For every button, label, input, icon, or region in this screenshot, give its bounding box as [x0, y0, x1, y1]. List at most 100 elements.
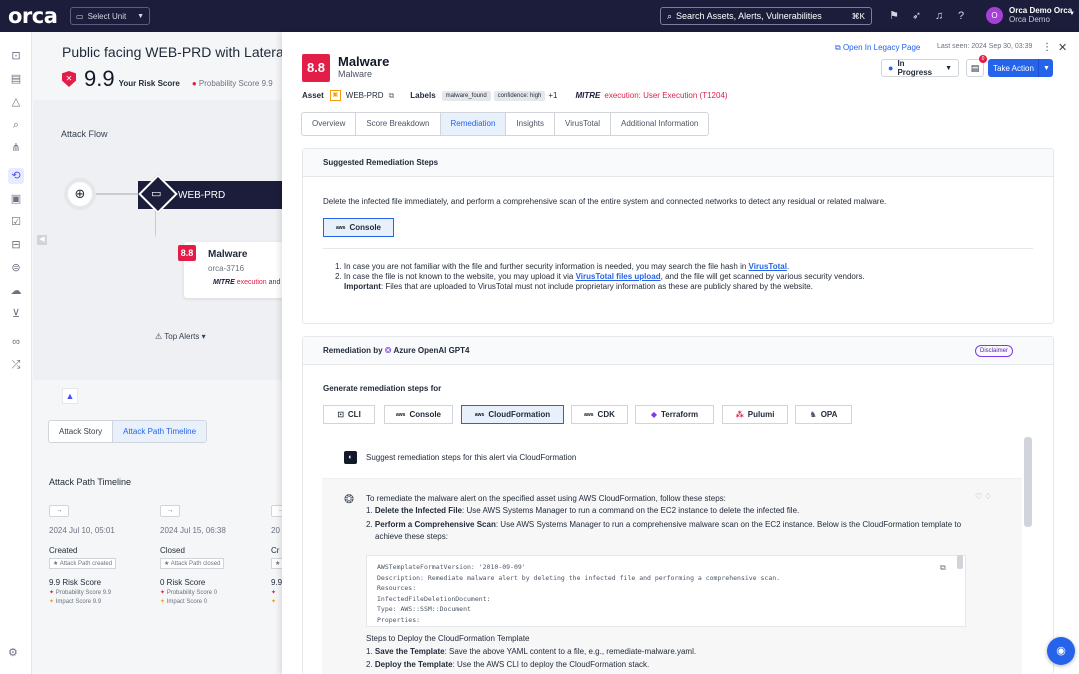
deploy-step-2: 2. Deploy the Template: Use the AWS CLI … [366, 660, 650, 669]
status-label: In Progress [897, 59, 933, 77]
orca-logo[interactable]: orca [8, 4, 60, 28]
gen-cli-button[interactable]: ⊡ CLI [323, 405, 375, 424]
asset-link[interactable]: WEB-PRD [346, 91, 384, 100]
status-dot-icon: ● [888, 63, 894, 73]
chat-scrollbar[interactable] [1024, 437, 1032, 527]
ai-card-header: Remediation by ❂ Azure OpenAI GPT4 Discl… [303, 337, 1053, 365]
virustotal-link[interactable]: VirusTotal [749, 262, 787, 271]
answer-text: To remediate the malware alert on the sp… [366, 493, 986, 543]
labels-more[interactable]: +1 [548, 91, 557, 100]
user-menu[interactable]: Orca Demo Orca Orca Demo [1009, 6, 1072, 24]
internet-node[interactable]: ⊕ [64, 178, 96, 210]
gen-pulumi-button[interactable]: ⁂ Pulumi [722, 405, 788, 424]
malware-node-id: orca-3716 [208, 264, 245, 273]
chevron-down-icon[interactable]: ▼ [1043, 65, 1050, 72]
copy-icon[interactable]: ⧉ [940, 563, 946, 573]
rocket-icon[interactable]: ➶ [912, 9, 921, 23]
risk-score-label: Your Risk Score [118, 79, 180, 88]
tab-additional-information[interactable]: Additional Information [611, 113, 708, 135]
malware-node-title: Malware [208, 249, 248, 260]
graph-icon[interactable]: ⋔ [8, 140, 24, 156]
tab-virustotal[interactable]: VirusTotal [555, 113, 611, 135]
tab-score-breakdown[interactable]: Score Breakdown [356, 113, 441, 135]
help-icon[interactable]: ? [958, 9, 964, 23]
sidebar: ⊡ ▤ △ ⌕ ⋔ ⟲ ▣ ☑ ⊟ ⊜ ☁ ⊻ ∞ ⤮ [0, 32, 32, 674]
reports-icon[interactable]: ⊟ [8, 237, 24, 253]
flag-icon[interactable]: ⚑ [889, 9, 899, 23]
chevron-left-icon[interactable]: ◀ [37, 235, 47, 245]
more-options-icon[interactable]: ⋮ [1042, 42, 1052, 53]
attack-path-icon[interactable]: ⟲ [8, 168, 24, 184]
compliance-icon[interactable]: ☑ [8, 214, 24, 230]
virustotal-upload-link[interactable]: VirusTotal files upload [576, 272, 661, 281]
probability-score: ● Probability Score 9.9 [191, 79, 273, 88]
thumbs-feedback-icon[interactable]: ♡ ♢ [975, 492, 992, 501]
globe-icon: ⊕ [74, 186, 86, 201]
select-unit-dropdown[interactable]: ▭ Select Unit ▼ [70, 7, 150, 25]
cloud-icon[interactable]: ☁ [8, 283, 24, 299]
tab-attack-path-timeline[interactable]: Attack Path Timeline [112, 421, 207, 442]
lock-icon[interactable]: ⊡ [8, 48, 24, 64]
code-block[interactable]: AWSTemplateFormatVersion: '2010-09-09' D… [366, 555, 966, 627]
dashboard-icon[interactable]: ▤ [8, 71, 24, 87]
global-search-input[interactable]: ⌕ Search Assets, Alerts, Vulnerabilities… [660, 7, 872, 25]
deploy-step-1: 1. Save the Template: Save the above YAM… [366, 647, 697, 656]
ai-provider: Azure OpenAI GPT4 [393, 346, 470, 355]
gen-terraform-button[interactable]: ◆ Terraform [635, 405, 714, 424]
search-icon[interactable]: ⌕ [8, 117, 24, 133]
tab-attack-story[interactable]: Attack Story [49, 421, 112, 442]
alert-meta: Asset ▣ WEB-PRD ⧉ Labels malware_found c… [302, 90, 728, 101]
timeline-impact: ✦ Impact Score 0 [160, 599, 208, 605]
collapse-button[interactable]: ▲ [62, 388, 78, 404]
labels-label: Labels [410, 91, 436, 100]
open-legacy-link[interactable]: ⧉ Open In Legacy Page [835, 43, 920, 53]
timeline-chip: ★ Attack Path closed [160, 558, 225, 569]
openai-icon: ❂ [344, 492, 355, 506]
database-icon[interactable]: ⊜ [8, 260, 24, 276]
gear-icon[interactable]: ⚙ [8, 646, 18, 659]
timeline-date: 2024 Jul 10, 05:01 [49, 526, 115, 535]
timeline-title: Attack Path Timeline [49, 477, 132, 487]
shuffle-icon[interactable]: ⤮ [8, 357, 24, 373]
disclaimer-badge[interactable]: Disclaimer [974, 345, 1013, 357]
top-alerts-toggle[interactable]: ⚠ Top Alerts ▾ [155, 332, 206, 341]
search-shortcut: ⌘K [851, 11, 865, 21]
download-icon[interactable]: ⊻ [8, 306, 24, 322]
gen-console-button[interactable]: aws Console [384, 405, 453, 424]
chevron-down-icon[interactable]: ▼ [1069, 11, 1075, 17]
tab-remediation[interactable]: Remediation [440, 113, 507, 135]
ai-title-prefix: Remediation by [323, 346, 383, 355]
search-placeholder: Search Assets, Alerts, Vulnerabilities [676, 11, 822, 21]
bell-icon[interactable]: ♫ [935, 9, 943, 23]
gen-opa-button[interactable]: ♞ OPA [795, 405, 852, 424]
alert-score-badge: 8.8 [302, 54, 330, 82]
remediation-steps: 1. In case you are not familiar with the… [335, 262, 865, 292]
close-icon[interactable]: ✕ [1058, 41, 1067, 54]
gen-cloudformation-button[interactable]: aws CloudFormation [461, 405, 564, 424]
code-scrollbar[interactable] [957, 555, 963, 569]
deploy-title: Steps to Deploy the CloudFormation Templ… [366, 634, 530, 643]
risk-score-value: 9.9 [84, 66, 115, 91]
alert-icon[interactable]: △ [8, 94, 24, 110]
integrations-icon[interactable]: ∞ [8, 334, 24, 350]
tab-overview[interactable]: Overview [302, 113, 357, 135]
console-button[interactable]: aws Console [323, 218, 394, 237]
timeline-chip: ★ [271, 558, 282, 569]
gen-cdk-button[interactable]: aws CDK [571, 405, 628, 424]
external-link-icon[interactable]: ⧉ [389, 91, 395, 101]
help-chat-button[interactable]: ◉ [1047, 637, 1075, 665]
aws-icon: aws [395, 411, 406, 418]
label-chip[interactable]: malware_found [441, 90, 491, 101]
status-dropdown[interactable]: ● In Progress ▼ [881, 59, 959, 77]
inventory-icon[interactable]: ▣ [8, 191, 24, 207]
aws-icon: aws [474, 411, 485, 418]
timeline-score: 9.9 [271, 578, 282, 587]
comment-icon: ▤ [970, 63, 980, 73]
chat-bubble-icon: ◉ [1056, 645, 1066, 657]
mitre-value[interactable]: execution: User Execution (T1204) [604, 91, 727, 100]
avatar[interactable]: O [986, 7, 1003, 24]
label-chip[interactable]: confidence: high [493, 90, 546, 101]
take-action-button[interactable]: Take Action ▼ [988, 59, 1053, 77]
tab-insights[interactable]: Insights [506, 113, 555, 135]
timeline-score: 9.9 Risk Score [49, 578, 102, 587]
